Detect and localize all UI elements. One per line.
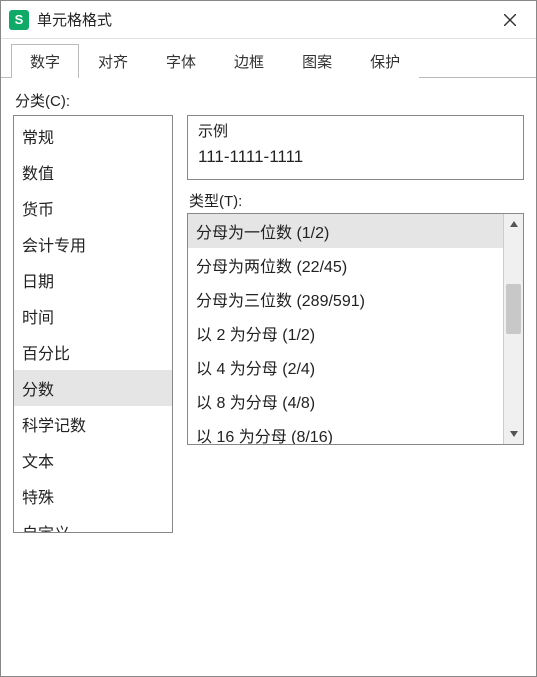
tab-bar: 数字 对齐 字体 边框 图案 保护 <box>1 39 536 78</box>
category-list[interactable]: 常规 数值 货币 会计专用 日期 时间 百分比 分数 科学记数 文本 特殊 自定… <box>13 115 173 533</box>
type-item[interactable]: 以 8 为分母 (4/8) <box>188 384 503 418</box>
example-label: 示例 <box>196 116 515 145</box>
type-list: 分母为一位数 (1/2) 分母为两位数 (22/45) 分母为三位数 (289/… <box>187 213 524 445</box>
type-item[interactable]: 分母为三位数 (289/591) <box>188 282 503 316</box>
tab-border[interactable]: 边框 <box>215 44 283 78</box>
category-item-custom[interactable]: 自定义 <box>14 514 172 533</box>
cell-format-dialog: S 单元格格式 数字 对齐 字体 边框 图案 保护 分类(C): 常规 数值 货… <box>0 0 537 677</box>
category-item-date[interactable]: 日期 <box>14 262 172 298</box>
tab-number[interactable]: 数字 <box>11 44 79 78</box>
dialog-title: 单元格格式 <box>37 9 490 30</box>
titlebar: S 单元格格式 <box>1 1 536 39</box>
app-icon: S <box>9 10 29 30</box>
type-list-inner[interactable]: 分母为一位数 (1/2) 分母为两位数 (22/45) 分母为三位数 (289/… <box>188 214 503 444</box>
scroll-thumb[interactable] <box>506 284 521 334</box>
category-item-text[interactable]: 文本 <box>14 442 172 478</box>
type-item[interactable]: 分母为两位数 (22/45) <box>188 248 503 282</box>
scroll-up-icon[interactable] <box>504 214 523 234</box>
close-button[interactable] <box>490 5 530 35</box>
category-item-accounting[interactable]: 会计专用 <box>14 226 172 262</box>
category-item-currency[interactable]: 货币 <box>14 190 172 226</box>
type-item[interactable]: 以 4 为分母 (2/4) <box>188 350 503 384</box>
category-label: 分类(C): <box>15 90 524 111</box>
tab-alignment[interactable]: 对齐 <box>79 44 147 78</box>
type-item[interactable]: 以 2 为分母 (1/2) <box>188 316 503 350</box>
tab-protection[interactable]: 保护 <box>351 44 419 78</box>
right-pane: 示例 111-1111-1111 类型(T): 分母为一位数 (1/2) 分母为… <box>187 115 524 445</box>
category-item-general[interactable]: 常规 <box>14 118 172 154</box>
type-label: 类型(T): <box>189 190 524 211</box>
type-item[interactable]: 以 16 为分母 (8/16) <box>188 418 503 444</box>
scroll-down-icon[interactable] <box>504 424 523 444</box>
category-item-number[interactable]: 数值 <box>14 154 172 190</box>
tab-font[interactable]: 字体 <box>147 44 215 78</box>
category-item-scientific[interactable]: 科学记数 <box>14 406 172 442</box>
example-box: 示例 111-1111-1111 <box>187 115 524 180</box>
category-item-time[interactable]: 时间 <box>14 298 172 334</box>
category-item-special[interactable]: 特殊 <box>14 478 172 514</box>
main-row: 常规 数值 货币 会计专用 日期 时间 百分比 分数 科学记数 文本 特殊 自定… <box>13 115 524 664</box>
category-item-percentage[interactable]: 百分比 <box>14 334 172 370</box>
example-value: 111-1111-1111 <box>196 145 515 169</box>
scroll-track[interactable] <box>504 234 523 424</box>
dialog-body: 分类(C): 常规 数值 货币 会计专用 日期 时间 百分比 分数 科学记数 文… <box>1 78 536 676</box>
category-item-fraction[interactable]: 分数 <box>14 370 172 406</box>
close-icon <box>504 14 516 26</box>
type-scrollbar[interactable] <box>503 214 523 444</box>
tab-pattern[interactable]: 图案 <box>283 44 351 78</box>
type-item[interactable]: 分母为一位数 (1/2) <box>188 214 503 248</box>
